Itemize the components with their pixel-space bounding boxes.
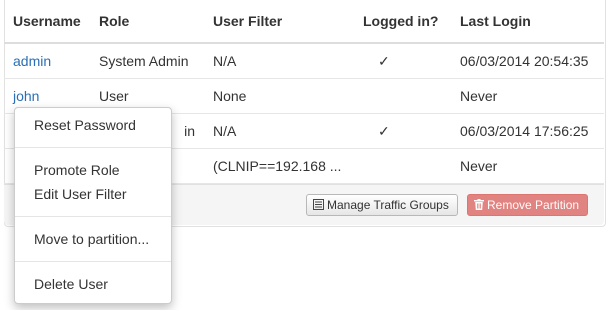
role-cell: System Admin	[90, 43, 204, 79]
menu-item-edit-user-filter[interactable]: Edit User Filter	[15, 182, 171, 206]
column-header-user-filter[interactable]: User Filter	[204, 0, 354, 44]
table-row: admin System Admin N/A ✓ 06/03/2014 20:5…	[4, 43, 604, 79]
menu-item-delete-user[interactable]: Delete User	[15, 272, 171, 296]
list-icon	[313, 195, 324, 215]
last-login-cell: 06/03/2014 17:56:25	[451, 113, 604, 149]
menu-item-move-to-partition[interactable]: Move to partition...	[15, 227, 171, 251]
user-filter-cell: None	[204, 78, 354, 114]
menu-item-promote-role[interactable]: Promote Role	[15, 158, 171, 182]
menu-divider	[15, 216, 171, 217]
column-header-logged-in[interactable]: Logged in?	[354, 0, 451, 44]
column-header-role[interactable]: Role	[90, 0, 204, 44]
last-login-cell: 06/03/2014 20:54:35	[451, 43, 604, 79]
username-cell: admin	[4, 43, 90, 79]
user-filter-cell: (CLNIP==192.168 ...	[204, 148, 354, 184]
logged-in-checkmark	[354, 148, 451, 184]
user-filter-cell: N/A	[204, 113, 354, 149]
logged-in-checkmark: ✓	[354, 113, 451, 149]
user-context-menu: Reset Password Promote Role Edit User Fi…	[14, 107, 172, 304]
menu-divider	[15, 261, 171, 262]
menu-divider	[15, 147, 171, 148]
trash-icon	[474, 195, 484, 215]
user-filter-cell: N/A	[204, 43, 354, 79]
last-login-cell: Never	[451, 78, 604, 114]
manage-traffic-groups-label: Manage Traffic Groups	[327, 198, 449, 212]
table-header-row: Username Role User Filter Logged in? Las…	[4, 0, 604, 44]
manage-traffic-groups-button[interactable]: Manage Traffic Groups	[306, 194, 458, 216]
column-header-username[interactable]: Username	[4, 0, 90, 44]
column-header-last-login[interactable]: Last Login	[451, 0, 604, 44]
remove-partition-button[interactable]: Remove Partition	[467, 194, 589, 216]
logged-in-checkmark: ✓	[354, 43, 451, 79]
logged-in-checkmark	[354, 78, 451, 114]
last-login-cell: Never	[451, 148, 604, 184]
username-link[interactable]: admin	[13, 53, 51, 69]
remove-partition-label: Remove Partition	[487, 198, 580, 212]
username-link[interactable]: john	[13, 88, 39, 104]
menu-item-reset-password[interactable]: Reset Password	[15, 113, 171, 137]
